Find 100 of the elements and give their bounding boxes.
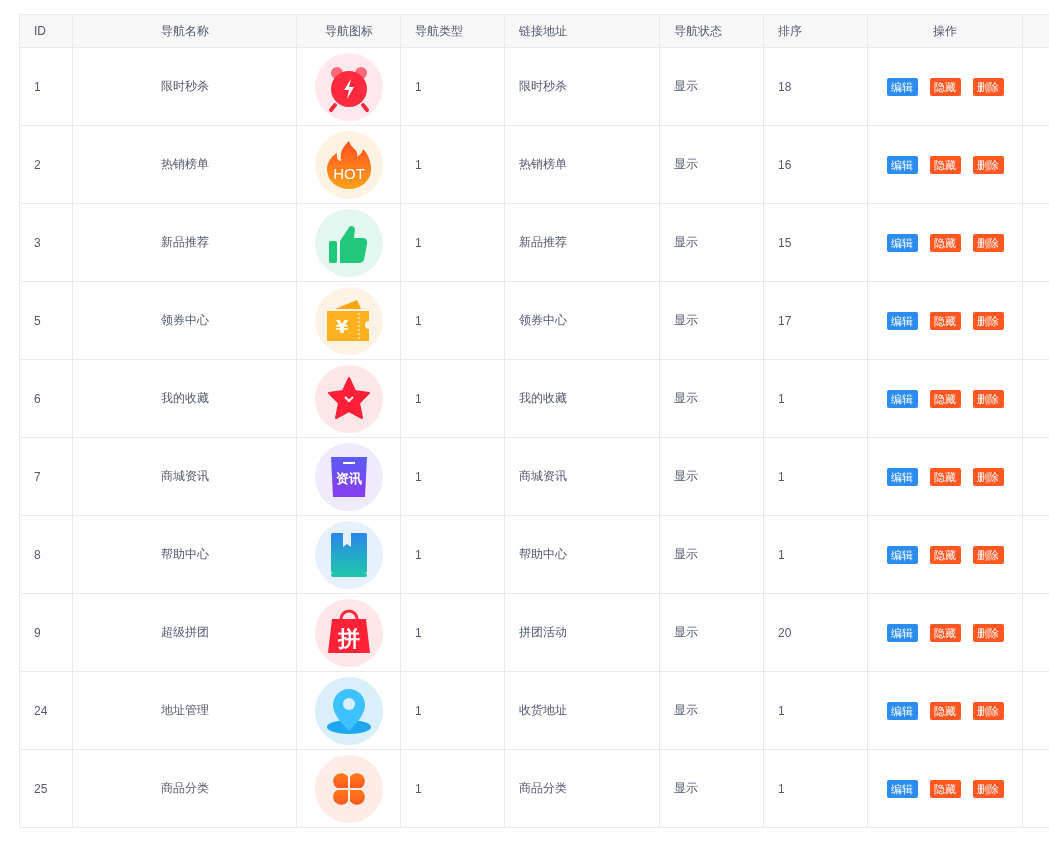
table-cell: 1	[778, 703, 785, 718]
table-cell: 帮助中心	[519, 547, 567, 561]
table-cell: 限时秒杀	[160, 79, 209, 93]
action-button[interactable]: 编辑	[886, 545, 918, 564]
table-cell: 显示	[674, 391, 698, 405]
table-cell: 1	[34, 79, 41, 94]
table-cell: 显示	[674, 313, 698, 327]
column-header: 导航名称	[72, 14, 297, 48]
table-cell: 显示	[674, 79, 698, 93]
table-cell: 超级拼团	[160, 625, 209, 639]
action-button[interactable]: 编辑	[886, 155, 918, 174]
table-cell: 我的收藏	[160, 391, 209, 405]
action-button[interactable]: 编辑	[886, 779, 918, 798]
action-button[interactable]: 编辑	[886, 389, 918, 408]
table-cell: 1	[778, 781, 785, 796]
action-button[interactable]: 删除	[972, 155, 1004, 174]
table-cell: 显示	[674, 547, 698, 561]
column-header: 链接地址	[504, 14, 660, 48]
table-cell: 商品分类	[519, 781, 567, 795]
table-cell: 显示	[674, 703, 698, 717]
column-header: 操作	[867, 14, 1023, 48]
action-button[interactable]: 隐藏	[929, 701, 961, 720]
table-cell: 显示	[674, 625, 698, 639]
action-button[interactable]: 编辑	[886, 233, 918, 252]
table-cell: 1	[778, 469, 785, 484]
action-button[interactable]: 编辑	[886, 623, 918, 642]
table-cell: 18	[778, 79, 792, 94]
map-pin-icon	[314, 676, 383, 745]
ticket-icon: ¥	[314, 286, 383, 355]
table-cell: 热销榜单	[160, 157, 209, 171]
column-header: 排序	[763, 14, 868, 48]
action-button[interactable]: 隐藏	[929, 311, 961, 330]
table-cell: 8	[34, 547, 41, 562]
table-cell: 商城资讯	[160, 469, 209, 483]
action-button[interactable]: 编辑	[886, 77, 918, 96]
table-cell: 我的收藏	[519, 391, 567, 405]
action-button[interactable]: 隐藏	[929, 389, 961, 408]
table-cell: 1	[415, 313, 422, 328]
table-cell: 16	[778, 157, 792, 172]
table-cell: 2	[34, 157, 41, 172]
shopping-bag-icon: 拼	[314, 598, 383, 667]
table-cell: 1	[415, 469, 422, 484]
table-cell: 9	[34, 625, 41, 640]
action-button[interactable]: 隐藏	[929, 77, 961, 96]
table-cell: 领券中心	[519, 313, 567, 327]
action-button[interactable]: 编辑	[886, 311, 918, 330]
table-cell: 新品推荐	[160, 235, 209, 249]
table-cell: 拼团活动	[519, 625, 567, 639]
table-cell: 1	[415, 781, 422, 796]
action-button[interactable]: 删除	[972, 467, 1004, 486]
column-header: ID	[19, 14, 73, 48]
table-cell: 15	[778, 235, 792, 250]
column-header: 导航状态	[659, 14, 764, 48]
book-icon	[314, 520, 383, 589]
clover-icon	[314, 754, 383, 823]
action-button[interactable]: 隐藏	[929, 623, 961, 642]
action-button[interactable]: 隐藏	[929, 545, 961, 564]
table-cell: 限时秒杀	[519, 79, 567, 93]
table-cell: 6	[34, 391, 41, 406]
table-cell: 20	[778, 625, 792, 640]
table-cell: 5	[34, 313, 41, 328]
table-cell: 地址管理	[160, 703, 209, 717]
action-button[interactable]: 隐藏	[929, 233, 961, 252]
table-cell: 新品推荐	[519, 235, 567, 249]
table-cell: 1	[778, 391, 785, 406]
table-cell: 3	[34, 235, 41, 250]
table-cell: 收货地址	[519, 703, 567, 717]
action-button[interactable]: 删除	[972, 779, 1004, 798]
table-cell: 1	[778, 547, 785, 562]
table-cell: 显示	[674, 469, 698, 483]
newspaper-icon: 资讯	[314, 442, 383, 511]
table-cell: 显示	[674, 781, 698, 795]
action-button[interactable]: 隐藏	[929, 155, 961, 174]
thumbs-up-icon	[314, 208, 383, 277]
action-button[interactable]: 删除	[972, 545, 1004, 564]
action-button[interactable]: 删除	[972, 623, 1004, 642]
action-button[interactable]: 删除	[972, 311, 1004, 330]
table-cell: 24	[34, 703, 48, 718]
table-cell: 1	[415, 703, 422, 718]
table-cell: 1	[415, 157, 422, 172]
action-button[interactable]: 编辑	[886, 467, 918, 486]
action-button[interactable]: 隐藏	[929, 467, 961, 486]
action-button[interactable]: 删除	[972, 701, 1004, 720]
table-cell: 热销榜单	[519, 157, 567, 171]
table-cell: 1	[415, 547, 422, 562]
table-cell: 商品分类	[160, 781, 209, 795]
action-button[interactable]: 隐藏	[929, 779, 961, 798]
action-button[interactable]: 删除	[972, 389, 1004, 408]
table-cell: 显示	[674, 235, 698, 249]
table-cell: 25	[34, 781, 48, 796]
table-cell: 1	[415, 235, 422, 250]
fire-icon: HOT	[314, 130, 383, 199]
action-button[interactable]: 删除	[972, 77, 1004, 96]
column-header: 导航图标	[296, 14, 401, 48]
action-button[interactable]: 编辑	[886, 701, 918, 720]
table-cell: 1	[415, 79, 422, 94]
table-cell: 1	[415, 625, 422, 640]
column-header: 导航类型	[400, 14, 505, 48]
table-cell: 17	[778, 313, 792, 328]
action-button[interactable]: 删除	[972, 233, 1004, 252]
